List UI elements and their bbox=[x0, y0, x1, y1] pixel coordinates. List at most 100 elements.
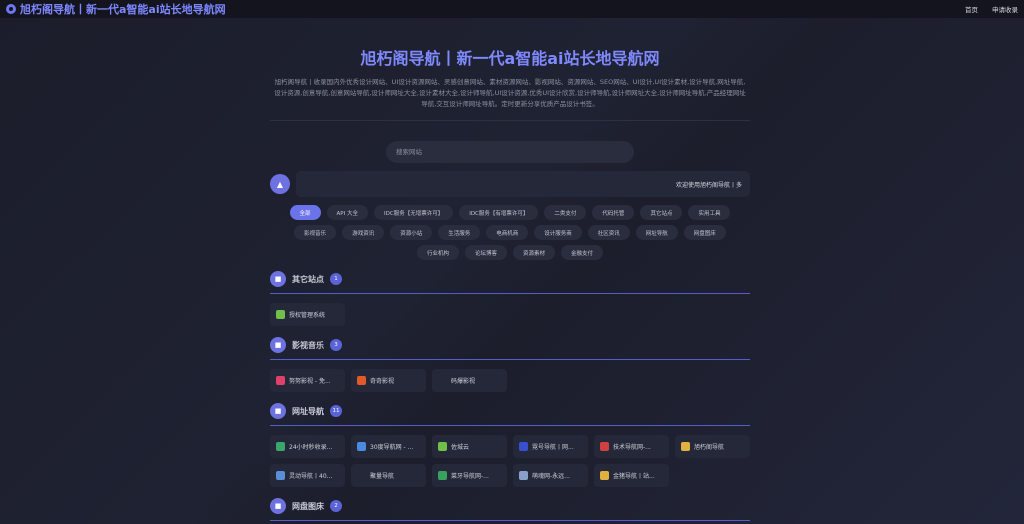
category-tab[interactable]: API 大全 bbox=[326, 205, 368, 220]
section-divider bbox=[270, 520, 750, 521]
category-tab[interactable]: 全部 bbox=[289, 205, 321, 220]
site-favicon-icon bbox=[357, 471, 366, 480]
site-favicon-icon bbox=[276, 310, 285, 319]
section-header: ■ 其它站点 1 bbox=[270, 269, 750, 289]
category-tab[interactable]: 网址导航 bbox=[635, 225, 678, 240]
notice-box: 欢迎使用旭朽阁导航丨多 bbox=[296, 171, 750, 197]
site-favicon-icon bbox=[519, 471, 528, 480]
site-card-label: 旭朽阁导航 bbox=[694, 444, 725, 451]
site-favicon-icon bbox=[357, 442, 366, 451]
site-card-label: 菜牙导航网-... bbox=[451, 473, 489, 480]
logo-icon bbox=[6, 4, 16, 14]
nav-submit[interactable]: 申请收录 bbox=[992, 4, 1018, 14]
section-header: ■ 影视音乐 3 bbox=[270, 335, 750, 355]
brand[interactable]: 旭朽阁导航丨新一代a智能ai站长地导航网 bbox=[6, 1, 226, 17]
search-input[interactable] bbox=[386, 141, 634, 163]
bookmark-icon: ■ bbox=[270, 337, 286, 353]
section-count-badge: 3 bbox=[330, 339, 342, 351]
site-card-label: 技术导航网-... bbox=[613, 444, 651, 451]
category-tab[interactable]: 实用工具 bbox=[688, 205, 731, 220]
bookmark-icon: ■ bbox=[270, 271, 286, 287]
section-title: 其它站点 bbox=[292, 274, 324, 284]
site-cards: 授权管理系统 bbox=[270, 303, 750, 326]
section: ■ 网盘图床 2 bbox=[270, 496, 750, 521]
site-card[interactable]: 24小时秒收录... bbox=[270, 435, 345, 458]
site-favicon-icon bbox=[357, 376, 366, 385]
site-card-label: 努努影视 - 免... bbox=[289, 378, 331, 385]
megaphone-icon: ▲ bbox=[270, 174, 290, 194]
section-header: ■ 网址导航 11 bbox=[270, 401, 750, 421]
site-card[interactable]: 霓号导航丨网... bbox=[513, 435, 588, 458]
category-tab[interactable]: 网盘图床 bbox=[683, 225, 726, 240]
site-favicon-icon bbox=[438, 471, 447, 480]
hero-title: 旭朽阁导航丨新一代a智能ai站长地导航网 bbox=[360, 49, 660, 68]
section-count-badge: 11 bbox=[330, 405, 342, 417]
category-tab[interactable]: 电商机商 bbox=[486, 225, 529, 240]
site-favicon-icon bbox=[438, 376, 447, 385]
notice-row: ▲ 欢迎使用旭朽阁导航丨多 bbox=[270, 171, 750, 197]
main-content: 旭朽阁导航丨新一代a智能ai站长地导航网 旭朽阁导航丨收录国内外优秀设计网站、U… bbox=[270, 40, 750, 521]
top-nav: 首页 申请收录 bbox=[965, 4, 1018, 14]
category-tabs: 全部 API 大全 IDC服务【无增票许可】 IDC服务【有增票许可】 二类支付 代码托管… bbox=[270, 205, 750, 260]
category-tab[interactable]: IDC服务【无增票许可】 bbox=[374, 205, 454, 220]
site-card[interactable]: 技术导航网-... bbox=[594, 435, 669, 458]
site-card-label: 霓号导航丨网... bbox=[532, 444, 574, 451]
site-favicon-icon bbox=[600, 442, 609, 451]
category-tab[interactable]: 设计服务商 bbox=[534, 225, 582, 240]
category-tab[interactable]: 游戏资讯 bbox=[342, 225, 385, 240]
site-favicon-icon bbox=[438, 442, 447, 451]
category-tab[interactable]: 二类支付 bbox=[544, 205, 587, 220]
section-title: 网盘图床 bbox=[292, 501, 324, 511]
site-card-label: 30度导航网 - ... bbox=[370, 444, 414, 451]
site-card[interactable]: 30度导航网 - ... bbox=[351, 435, 426, 458]
site-favicon-icon bbox=[600, 471, 609, 480]
category-tab[interactable]: IDC服务【有增票许可】 bbox=[459, 205, 539, 220]
site-card[interactable]: 萌魂网-永远... bbox=[513, 464, 588, 487]
site-card-label: 灵动导航丨40... bbox=[289, 473, 333, 480]
hero-description: 旭朽阁导航丨收录国内外优秀设计网站、UI设计资源网站、灵感创意网站、素材资源网站… bbox=[274, 78, 746, 108]
section: ■ 其它站点 1 授权管理系统 bbox=[270, 269, 750, 326]
site-card[interactable]: 旭朽阁导航 bbox=[675, 435, 750, 458]
category-tab[interactable]: 论坛博客 bbox=[464, 245, 507, 260]
bookmark-icon: ■ bbox=[270, 403, 286, 419]
section-title: 网址导航 bbox=[292, 406, 324, 416]
site-favicon-icon bbox=[276, 376, 285, 385]
site-favicon-icon bbox=[276, 471, 285, 480]
site-card[interactable]: 灵动导航丨40... bbox=[270, 464, 345, 487]
site-card[interactable]: 金猪导航丨站... bbox=[594, 464, 669, 487]
section-count-badge: 2 bbox=[330, 500, 342, 512]
category-tab[interactable]: 代码托管 bbox=[592, 205, 635, 220]
top-bar: 旭朽阁导航丨新一代a智能ai站长地导航网 首页 申请收录 bbox=[0, 0, 1024, 18]
section: ■ 影视音乐 3 努努影视 - 免... 奇奇影视 码爆影视 bbox=[270, 335, 750, 392]
section-divider bbox=[270, 293, 750, 294]
sections: ■ 其它站点 1 授权管理系统 ■ 影视音乐 3 努努影视 - 免... 奇奇影视 码爆影视 ■ 网址… bbox=[270, 269, 750, 521]
site-card[interactable]: 菜牙导航网-... bbox=[432, 464, 507, 487]
category-tab[interactable]: 影视音乐 bbox=[294, 225, 337, 240]
site-card-label: 萌魂网-永远... bbox=[532, 473, 570, 480]
category-tab[interactable]: 资源素材 bbox=[513, 245, 556, 260]
section: ■ 网址导航 11 24小时秒收录... 30度导航网 - ... 佐城云 霓号导航丨网..… bbox=[270, 401, 750, 487]
section-divider bbox=[270, 359, 750, 360]
category-tab[interactable]: 生活服务 bbox=[438, 225, 481, 240]
site-card[interactable]: 码爆影视 bbox=[432, 369, 507, 392]
site-card[interactable]: 奇奇影视 bbox=[351, 369, 426, 392]
site-card[interactable]: 聚量导航 bbox=[351, 464, 426, 487]
category-tab[interactable]: 金融支付 bbox=[561, 245, 604, 260]
site-favicon-icon bbox=[276, 442, 285, 451]
nav-home[interactable]: 首页 bbox=[965, 4, 978, 14]
site-favicon-icon bbox=[519, 442, 528, 451]
category-tab[interactable]: 其它站点 bbox=[640, 205, 683, 220]
section-header: ■ 网盘图床 2 bbox=[270, 496, 750, 516]
category-tab[interactable]: 社区资讯 bbox=[587, 225, 630, 240]
category-tab[interactable]: 资源小站 bbox=[390, 225, 433, 240]
category-tab[interactable]: 行业机构 bbox=[416, 245, 459, 260]
site-card[interactable]: 授权管理系统 bbox=[270, 303, 345, 326]
site-card[interactable]: 佐城云 bbox=[432, 435, 507, 458]
site-card[interactable]: 努努影视 - 免... bbox=[270, 369, 345, 392]
site-card-label: 奇奇影视 bbox=[370, 378, 395, 385]
site-title: 旭朽阁导航丨新一代a智能ai站长地导航网 bbox=[20, 3, 226, 16]
site-card-label: 码爆影视 bbox=[451, 378, 476, 385]
divider bbox=[270, 120, 750, 121]
site-card-label: 聚量导航 bbox=[370, 473, 395, 480]
site-card-label: 24小时秒收录... bbox=[289, 444, 333, 451]
